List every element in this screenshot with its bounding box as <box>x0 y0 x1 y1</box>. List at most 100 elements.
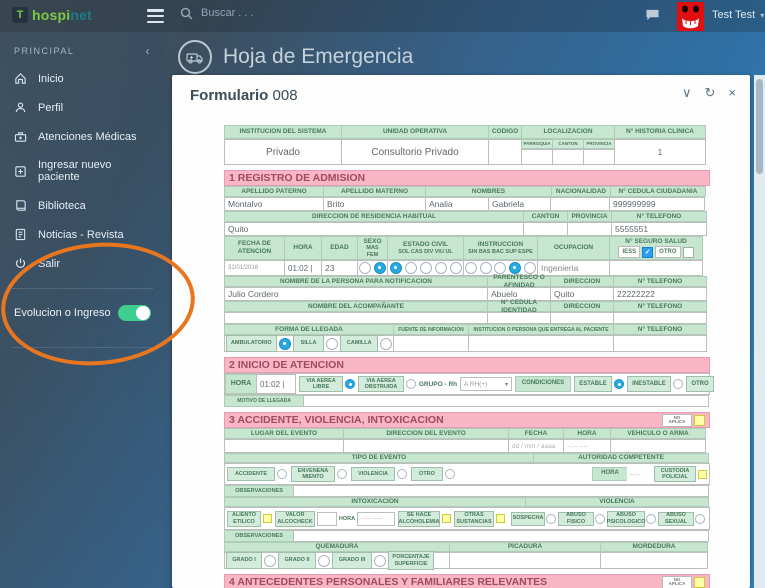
codigo-field[interactable] <box>488 139 522 165</box>
no-aplica-checkbox-s4[interactable] <box>694 576 705 588</box>
sidebar-item-salir[interactable]: Salir <box>0 249 165 278</box>
radio-accidente[interactable] <box>277 469 287 479</box>
hora-autoridad-field[interactable]: --:-- <box>627 467 655 481</box>
radio-ins-bas[interactable] <box>479 262 492 274</box>
direccion-acomp-field[interactable] <box>550 312 614 324</box>
radio-abuso-sexual[interactable] <box>695 513 705 524</box>
cedula-acomp-field[interactable] <box>487 312 551 324</box>
sidebar-item-perfil[interactable]: Perfil <box>0 93 165 122</box>
radio-ec-sol[interactable] <box>389 262 402 274</box>
sidebar-item-biblioteca[interactable]: Biblioteca <box>0 191 165 220</box>
direccion-evento-field[interactable] <box>343 439 509 453</box>
fecha-atencion-field[interactable]: 31/01/2018 <box>224 260 285 276</box>
radio-ins-sup[interactable] <box>509 262 522 274</box>
radio-camilla[interactable] <box>380 337 392 350</box>
sidebar-item-ingresar-nuevo-paciente[interactable]: Ingresar nuevo paciente <box>0 151 165 191</box>
grupo-rh-select[interactable]: A RH(+) ▾ <box>460 377 512 391</box>
radio-ec-cas[interactable] <box>404 262 417 274</box>
apellido-materno-field[interactable]: Brito <box>323 197 426 211</box>
radio-sexo-mas[interactable] <box>359 262 372 274</box>
close-panel-icon[interactable]: × <box>728 85 736 101</box>
chat-icon[interactable] <box>645 9 660 21</box>
iess-checkbox[interactable]: ✓ <box>642 246 654 258</box>
collapse-panel-icon[interactable]: ∨ <box>682 85 692 101</box>
telefono-llegada-field[interactable] <box>613 335 707 352</box>
radio-sospecha[interactable] <box>546 513 556 524</box>
radio-ins-espe[interactable] <box>523 262 536 274</box>
radio-ec-viu[interactable] <box>434 262 447 274</box>
radio-ins-sin[interactable] <box>465 262 478 274</box>
telefono-field[interactable]: 5555551 <box>611 222 707 236</box>
custodia-checkbox[interactable] <box>698 469 707 479</box>
persona-notificacion-field[interactable]: Julio Cordero <box>224 287 488 301</box>
canton-field[interactable] <box>552 149 584 165</box>
user-menu[interactable]: Test Test ▾ <box>712 9 764 21</box>
sidebar-item-inicio[interactable]: Inicio <box>0 64 165 93</box>
radio-sexo-fem[interactable] <box>373 262 386 274</box>
canton-field[interactable] <box>523 222 568 236</box>
radio-silla[interactable] <box>326 337 339 350</box>
radio-inestable[interactable] <box>673 379 683 389</box>
no-aplica-checkbox[interactable] <box>694 414 705 426</box>
radio-via-obstruida[interactable] <box>406 379 416 389</box>
radio-ec-ul[interactable] <box>449 262 462 274</box>
nombre1-field[interactable]: Analia <box>425 197 489 211</box>
otras-sustancias-checkbox[interactable] <box>496 514 505 523</box>
observaciones-field-1[interactable] <box>293 485 709 497</box>
telefono-acomp-field[interactable] <box>613 312 707 324</box>
mordedura-field[interactable] <box>600 552 708 569</box>
fuente-informacion-field[interactable] <box>393 335 469 352</box>
institucion-field[interactable]: Privado <box>224 139 342 165</box>
radio-grado3[interactable] <box>374 554 386 567</box>
unidad-operativa-field[interactable]: Consultorio Privado <box>341 139 489 165</box>
hora-evento-field[interactable]: --:-- ---- <box>563 439 611 453</box>
radio-otro-evento[interactable] <box>445 469 455 479</box>
sidebar-item-atenciones-medicas[interactable]: Atenciones Médicas <box>0 122 165 151</box>
nacionalidad-field[interactable] <box>550 197 610 211</box>
alcocheck-field[interactable] <box>317 511 337 526</box>
provincia-field[interactable] <box>567 222 612 236</box>
picadura-field[interactable] <box>449 552 601 569</box>
radio-grado2[interactable] <box>318 554 330 567</box>
aliento-checkbox[interactable] <box>263 514 272 523</box>
hora-field[interactable]: 01:02 | <box>284 260 322 276</box>
nombre2-field[interactable]: Gabriela <box>488 197 551 211</box>
apellido-paterno-field[interactable]: Montalvo <box>224 197 324 211</box>
evolucion-toggle[interactable] <box>118 305 151 321</box>
radio-envenenamiento[interactable] <box>337 469 347 479</box>
historia-clinica-field[interactable]: 1 <box>614 139 706 165</box>
radio-abuso-psicologico[interactable] <box>646 513 656 524</box>
radio-violencia[interactable] <box>397 469 407 479</box>
acompanante-field[interactable] <box>224 312 488 324</box>
lugar-evento-field[interactable] <box>224 439 344 453</box>
direccion-field[interactable]: Quito <box>224 222 524 236</box>
institucion-entrega-field[interactable] <box>468 335 614 352</box>
user-avatar[interactable] <box>677 2 704 31</box>
radio-abuso-fisico[interactable] <box>595 513 605 524</box>
seguro-field[interactable] <box>609 260 703 276</box>
parroquia-field[interactable] <box>521 149 553 165</box>
direccion-notif-field[interactable]: Quito <box>550 287 614 301</box>
hora-intox-field[interactable]: --:-- ---- <box>357 511 395 526</box>
radio-via-libre[interactable] <box>345 379 355 389</box>
observaciones-field-2[interactable] <box>293 530 709 542</box>
otro-checkbox[interactable] <box>682 246 694 258</box>
alcoholemia-checkbox[interactable] <box>442 514 451 523</box>
radio-estable[interactable] <box>614 379 624 389</box>
search-input[interactable] <box>199 6 543 20</box>
telefono-notif-field[interactable]: 22222222 <box>613 287 707 301</box>
sidebar-collapse-icon[interactable]: ‹ <box>146 44 152 58</box>
motivo-llegada-field[interactable] <box>303 395 709 407</box>
sidebar-item-noticias-revista[interactable]: Noticias - Revista <box>0 220 165 249</box>
refresh-panel-icon[interactable]: ↻ <box>705 85 716 101</box>
scrollbar-thumb[interactable] <box>756 79 763 174</box>
radio-ec-div[interactable] <box>419 262 432 274</box>
hora-atencion-field[interactable]: 01:02 | <box>256 374 296 394</box>
radio-ins-bac[interactable] <box>494 262 507 274</box>
cedula-field[interactable]: 999999999 <box>609 197 705 211</box>
fecha-evento-field[interactable]: dd / mm / aaaa <box>508 439 564 453</box>
vertical-scrollbar[interactable] <box>754 75 765 588</box>
provincia-field[interactable] <box>583 149 615 165</box>
radio-grado1[interactable] <box>264 554 276 567</box>
vehiculo-arma-field[interactable] <box>610 439 706 453</box>
